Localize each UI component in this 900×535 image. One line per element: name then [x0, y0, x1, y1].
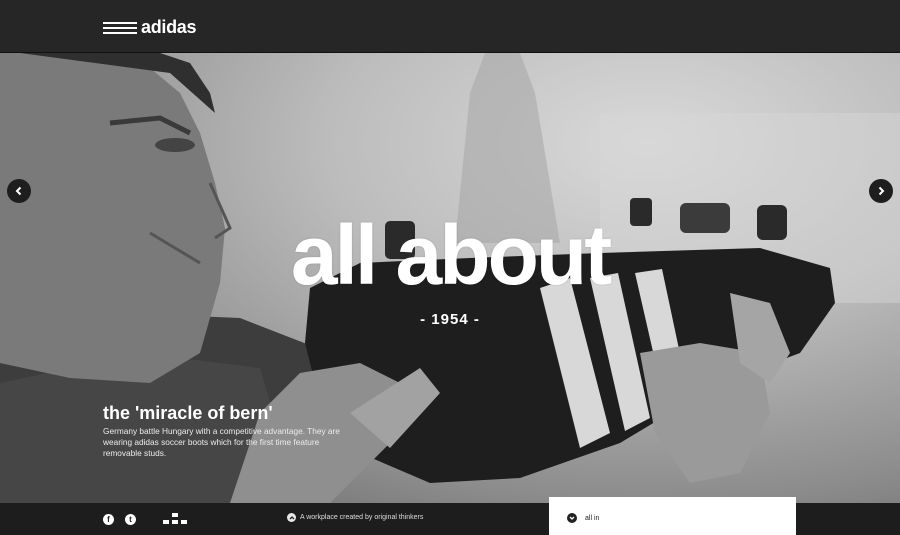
chevron-right-icon [878, 186, 885, 196]
twitter-icon[interactable]: t [125, 514, 136, 525]
story-description: Germany battle Hungary with a competitiv… [103, 426, 340, 458]
hero-year: - 1954 - [420, 311, 480, 328]
hero-headline: all about [290, 208, 612, 302]
tagline-text: A workplace created by original thinkers [300, 514, 424, 521]
story-title: the 'miracle of bern' [103, 403, 273, 423]
story-block: the 'miracle of bern' Germany battle Hun… [103, 403, 343, 459]
grid-icon[interactable] [163, 513, 187, 525]
adidas-logo[interactable]: adidas [103, 17, 197, 38]
chevron-down-icon [567, 513, 577, 523]
tagline-link[interactable]: A workplace created by original thinkers [287, 513, 423, 522]
next-slide-button[interactable] [869, 179, 893, 203]
previous-slide-button[interactable] [7, 179, 31, 203]
all-in-menu-button[interactable]: all in [549, 497, 796, 535]
three-stripes-icon [103, 19, 137, 37]
top-bar: adidas [0, 0, 900, 53]
hero-section: all about - 1954 - the 'miracle of bern'… [0, 53, 900, 503]
brand-name: adidas [141, 17, 197, 37]
chevron-left-icon [15, 186, 22, 196]
facebook-icon[interactable]: f [103, 514, 114, 525]
all-in-label: all in [585, 514, 600, 522]
chevron-up-icon [287, 513, 296, 522]
